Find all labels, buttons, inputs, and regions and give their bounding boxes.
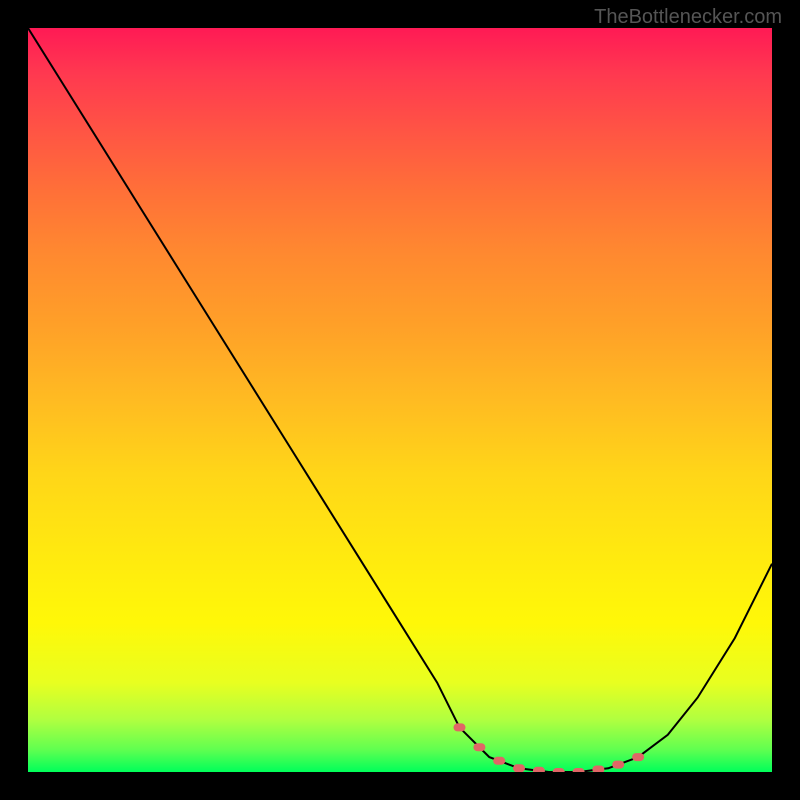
flat-marker (612, 761, 624, 769)
flat-marker (493, 757, 505, 765)
flat-marker (454, 723, 466, 731)
flat-marker (573, 768, 585, 772)
chart-svg (28, 28, 772, 772)
bottleneck-curve (28, 28, 772, 772)
flat-marker (592, 766, 604, 773)
flat-marker (513, 764, 525, 772)
chart-plot-area (28, 28, 772, 772)
flat-marker (632, 753, 644, 761)
flat-region-markers (454, 723, 645, 772)
flat-marker (473, 743, 485, 751)
flat-marker (533, 767, 545, 772)
flat-marker (553, 768, 565, 772)
watermark-text: TheBottlenecker.com (594, 6, 782, 29)
